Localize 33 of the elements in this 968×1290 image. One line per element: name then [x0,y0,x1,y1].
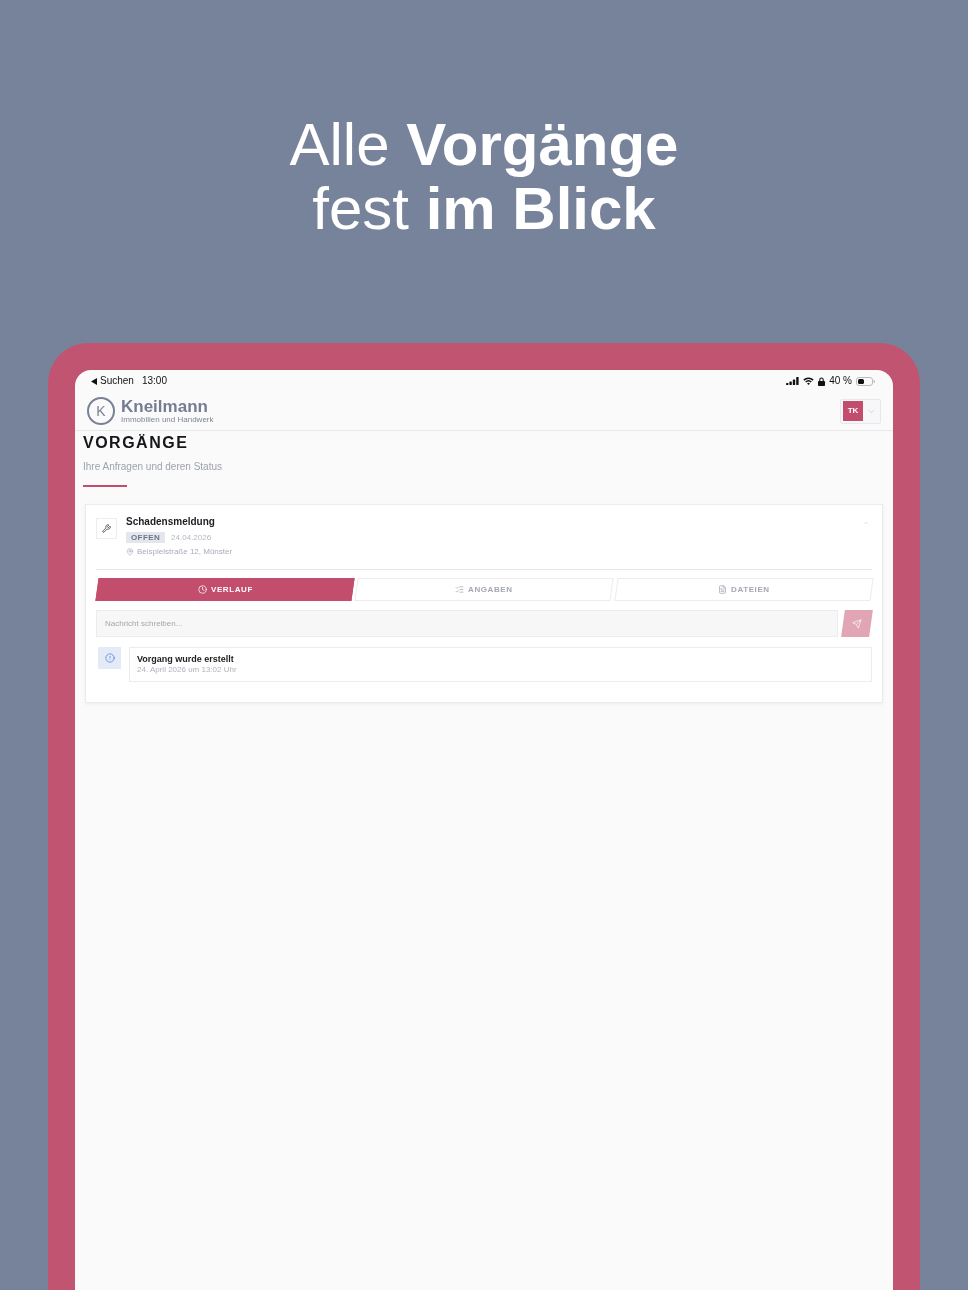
clock-time: 13:00 [141,376,167,386]
checklist-icon [455,585,465,594]
user-avatar: TK [843,401,863,421]
clock-icon [197,585,207,594]
tab[interactable]: VERLAUF [95,578,355,601]
case-address: Beispielstraße 12, Münster [137,547,233,557]
entry-time: 24. April 2026 um 13:02 Uhr [137,665,238,675]
battery-percentage: 40 % [829,376,852,386]
lock-icon [818,376,826,386]
chevron-up-icon[interactable] [862,519,870,527]
logo-mark: K [87,397,115,425]
back-triangle-icon [91,377,97,385]
case-date: 24.04.2026 [171,533,212,542]
tab[interactable]: DATEIEN [614,578,874,601]
case-title: Schadensmeldung [126,516,216,528]
message-input[interactable]: Nachricht schreiben... [96,610,838,637]
logo-tagline: Immobilien und Handwerk [121,415,214,424]
logo-name: Kneilmann [121,398,209,415]
battery-icon [856,376,875,386]
wrench-icon [96,518,117,539]
wifi-icon [803,377,815,385]
page-subtitle: Ihre Anfragen und deren Status [83,461,223,473]
back-button[interactable]: Suchen [91,376,134,386]
send-icon [852,618,862,629]
headline: Alle Vorgänge fest im Blick [288,113,680,241]
entry-title: Vorgang wurde erstellt [137,654,235,665]
signal-icon [786,377,800,385]
user-menu-button[interactable]: TK [840,398,881,424]
map-pin-icon [126,548,134,556]
document-icon [717,585,727,594]
tab[interactable]: ANGABEN [354,578,615,601]
page-title: VORGÄNGE [83,433,190,453]
status-badge: OFFEN [126,532,166,543]
